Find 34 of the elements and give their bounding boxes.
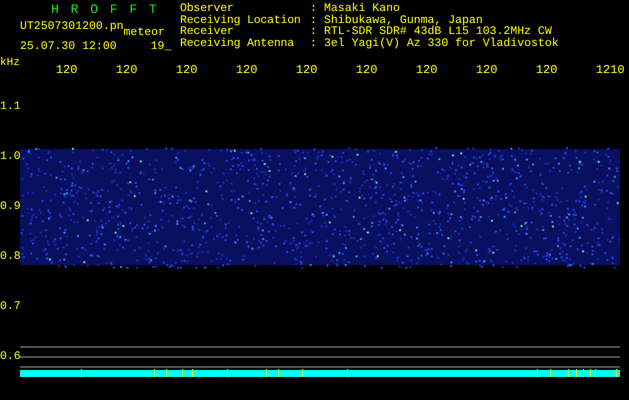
x-tick-label: 120 <box>356 63 378 77</box>
timestamp: 25.07.30 12:00 <box>20 40 117 53</box>
axis-unit: kHz <box>0 56 20 71</box>
mode-label: meteor <box>124 26 165 39</box>
info-value: RTL-SDR SDR# 43dB L15 103.2MHz CW <box>324 26 552 38</box>
y-tick-label: 0.6 <box>0 350 20 365</box>
colon: : <box>310 38 318 49</box>
y-tick-label: 1.0 <box>0 150 20 165</box>
info-label: Receiver <box>180 26 234 38</box>
channel-label: 19_ <box>150 40 172 53</box>
info-value: Masaki Kano <box>324 3 400 14</box>
program-title: H R O F F T <box>50 3 160 17</box>
y-tick-label: 0.7 <box>0 300 20 315</box>
y-tick-label: 1.1 <box>0 100 20 115</box>
info-label: Receiving Location <box>180 14 302 26</box>
info-value: Shibukawa, Gunma, Japan <box>324 14 483 26</box>
info-label: Observer <box>180 3 234 14</box>
x-tick-label: 120 <box>296 63 318 77</box>
colon: : <box>310 3 318 14</box>
info-value: 3el Yagi(V) Az 330 for Vladivostok <box>324 38 559 49</box>
x-tick-label: 120 <box>56 63 78 77</box>
x-tick-label: 120 <box>416 63 438 77</box>
y-tick-label: 0.9 <box>0 200 20 215</box>
x-tick-label: 1210 <box>596 63 626 77</box>
file-name: UT2507301200.pn <box>20 20 124 33</box>
colon: : <box>310 26 318 38</box>
x-tick-label: 120 <box>536 63 558 77</box>
x-tick-label: 120 <box>176 63 198 77</box>
info-label: Receiving Antenna <box>180 38 295 49</box>
x-tick-label: 120 <box>116 63 138 77</box>
x-tick-label: 120 <box>236 63 258 77</box>
y-tick-label: 0.8 <box>0 250 20 265</box>
colon: : <box>310 14 318 26</box>
x-tick-label: 120 <box>476 63 498 77</box>
